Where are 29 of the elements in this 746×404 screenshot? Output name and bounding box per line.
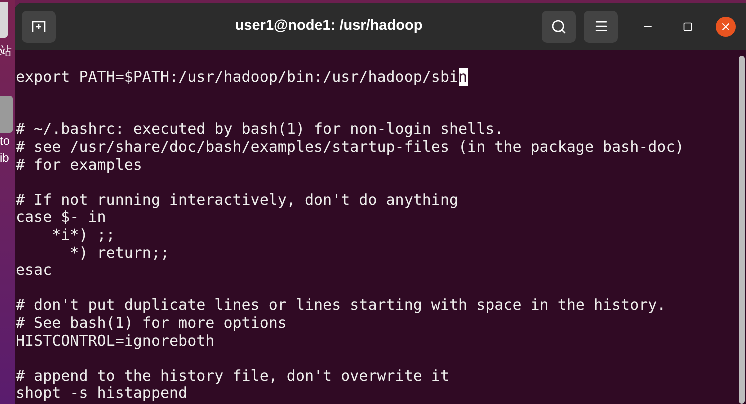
terminal-line: # See bash(1) for more options: [16, 314, 287, 332]
desktop-icon-label: 站: [0, 44, 12, 58]
close-button[interactable]: [716, 16, 736, 36]
terminal-line: # for examples: [16, 156, 142, 174]
search-button[interactable]: [542, 10, 576, 42]
maximize-icon: [683, 22, 693, 32]
terminal-line: # If not running interactively, don't do anything: [16, 190, 459, 209]
terminal-line: HISTCONTROL=ignoreboth: [16, 332, 215, 350]
desktop-icon-label: to: [0, 133, 10, 150]
terminal-line: esac: [16, 261, 52, 280]
terminal-line: # ~/.bashrc: executed by bash(1) for non-login shells.: [16, 120, 504, 138]
terminal-line: *i*) ;;: [51, 226, 116, 244]
scrollbar[interactable]: [739, 56, 745, 404]
close-icon: [720, 20, 732, 32]
new-tab-button[interactable]: [22, 10, 56, 42]
desktop-icon-label: ib: [0, 150, 10, 167]
terminal-line: export PATH=$PATH:/usr/hadoop/bin:/usr/hadoop/sbin: [16, 68, 468, 86]
terminal-line: shopt -s histappend: [16, 384, 188, 402]
menu-button[interactable]: [584, 10, 618, 42]
search-icon: [551, 18, 567, 34]
terminal-line: *) return;;: [69, 244, 170, 262]
menu-icon: [594, 19, 608, 34]
terminal-line: # see /usr/share/doc/bash/examples/startup-files (in the package bash-doc): [16, 138, 684, 156]
text-cursor: n: [458, 68, 468, 86]
terminal-line: # don't put duplicate lines or lines starting with space in the history.: [16, 296, 666, 314]
window-title: user1@node1: /usr/hadoop: [234, 16, 424, 36]
terminal-line: case $- in: [16, 208, 106, 226]
new-tab-icon: [32, 20, 46, 32]
terminal-line: # append to the history file, don't overwrite it: [16, 366, 450, 385]
